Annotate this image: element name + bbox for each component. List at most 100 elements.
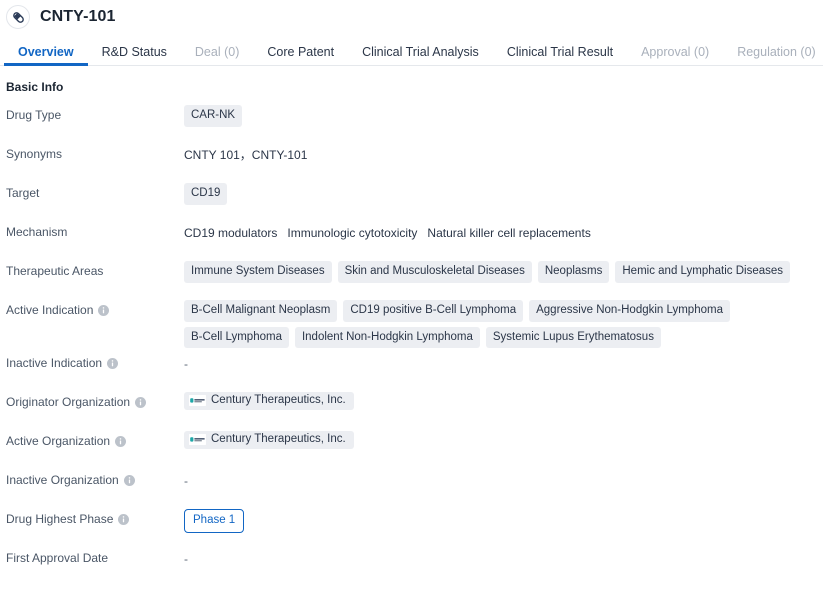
tab-clinical-trial-result[interactable]: Clinical Trial Result: [493, 45, 627, 67]
field-label-inactive-organization: Inactive Organization: [6, 465, 184, 487]
info-icon[interactable]: [98, 305, 110, 317]
empty-value: -: [184, 357, 188, 371]
field-value-mechanism: CD19 modulators Immunologic cytotoxicity N…: [184, 217, 815, 240]
info-icon[interactable]: [118, 514, 130, 526]
label-text: Active Organization: [6, 434, 111, 448]
chip-list: Century Therapeutics, Inc.: [184, 392, 815, 410]
chip-label: CD19: [191, 187, 221, 199]
label-text: Drug Highest Phase: [6, 512, 114, 526]
field-value-synonyms: CNTY 101，CNTY-101: [184, 139, 815, 164]
field-label-first-approval-date: First Approval Date: [6, 543, 184, 565]
field-label-mechanism: Mechanism: [6, 217, 184, 239]
value-chip[interactable]: Neoplasms: [537, 261, 610, 283]
field-row-originator-organization: Originator Organization Century Therapeut…: [0, 387, 823, 426]
info-icon[interactable]: [107, 358, 119, 370]
field-label-drug-highest-phase: Drug Highest Phase: [6, 504, 184, 526]
tab-clinical-trial-analysis[interactable]: Clinical Trial Analysis: [348, 45, 493, 67]
chip-label: Skin and Musculoskeletal Diseases: [344, 265, 525, 277]
field-row-drug-type: Drug Type CAR-NK: [0, 100, 823, 139]
tab-regulation-0: Regulation (0): [737, 44, 816, 59]
field-row-active-indication: Active Indication B-Cell Malignant Neopla…: [0, 295, 823, 348]
field-label-synonyms: Synonyms: [6, 139, 184, 161]
field-row-drug-highest-phase: Drug Highest Phase Phase 1: [0, 504, 823, 543]
chip-list: CD19: [184, 183, 815, 205]
value-chip[interactable]: CD19 positive B-Cell Lymphoma: [343, 300, 524, 322]
inline-value[interactable]: CD19 modulators: [184, 226, 277, 240]
field-row-mechanism: Mechanism CD19 modulators Immunologic cyto…: [0, 217, 823, 256]
chip-label: CAR-NK: [191, 109, 236, 121]
tab-overview[interactable]: Overview: [4, 45, 88, 67]
inline-value[interactable]: Immunologic cytotoxicity: [287, 226, 417, 240]
value-text: CNTY 101，CNTY-101: [184, 148, 308, 162]
tab-approval-0: Approval (0): [641, 44, 710, 59]
value-chip[interactable]: Systemic Lupus Erythematosus: [485, 326, 661, 348]
field-value-active-indication: B-Cell Malignant Neoplasm CD19 positive B…: [184, 295, 815, 348]
label-text: First Approval Date: [6, 551, 109, 565]
field-label-target: Target: [6, 178, 184, 200]
organization-chip[interactable]: Century Therapeutics, Inc.: [184, 392, 354, 410]
empty-value: -: [184, 552, 188, 566]
chip-list: CAR-NK: [184, 105, 815, 127]
field-value-active-organization: Century Therapeutics, Inc.: [184, 426, 815, 449]
value-chip[interactable]: Hemic and Lymphatic Diseases: [615, 261, 791, 283]
basic-info-fields: Drug Type CAR-NK Synonyms CNTY 101，CNTY-101…: [0, 100, 823, 582]
info-icon[interactable]: [135, 397, 147, 409]
value-chip[interactable]: CD19: [184, 183, 228, 205]
field-value-therapeutic-areas: Immune System Diseases Skin and Musculosk…: [184, 256, 815, 283]
field-row-first-approval-date: First Approval Date -: [0, 543, 823, 582]
section-title-basic-info: Basic Info: [6, 80, 64, 94]
field-row-synonyms: Synonyms CNTY 101，CNTY-101: [0, 139, 823, 178]
tab-core-patent[interactable]: Core Patent: [253, 45, 348, 67]
chip-list: Century Therapeutics, Inc.: [184, 431, 815, 449]
label-text: Target: [6, 186, 40, 200]
field-label-originator-organization: Originator Organization: [6, 387, 184, 409]
info-icon[interactable]: [123, 475, 135, 487]
value-chip[interactable]: CAR-NK: [184, 105, 243, 127]
chip-list: Immune System Diseases Skin and Musculosk…: [184, 261, 815, 283]
chip-label: Immune System Diseases: [191, 265, 325, 277]
field-label-drug-type: Drug Type: [6, 100, 184, 122]
value-chip[interactable]: B-Cell Malignant Neoplasm: [184, 300, 338, 322]
field-label-inactive-indication: Inactive Indication: [6, 348, 184, 370]
field-label-therapeutic-areas: Therapeutic Areas: [6, 256, 184, 278]
value-chip[interactable]: Indolent Non-Hodgkin Lymphoma: [294, 326, 480, 348]
chip-list: B-Cell Malignant Neoplasm CD19 positive B…: [184, 300, 815, 348]
value-chip[interactable]: B-Cell Lymphoma: [184, 326, 289, 348]
field-value-inactive-organization: -: [184, 465, 815, 487]
field-label-active-organization: Active Organization: [6, 426, 184, 448]
page-header: CNTY-101: [0, 0, 823, 34]
field-value-drug-highest-phase: Phase 1: [184, 504, 815, 533]
value-chip[interactable]: Aggressive Non-Hodgkin Lymphoma: [529, 300, 730, 322]
value-chip[interactable]: Immune System Diseases: [184, 261, 332, 283]
page-body: Basic Info Drug Type CAR-NK Synonyms CNTY 1…: [0, 66, 823, 582]
value-chip[interactable]: Skin and Musculoskeletal Diseases: [337, 261, 532, 283]
chip-label: Hemic and Lymphatic Diseases: [622, 265, 784, 277]
info-icon[interactable]: [115, 436, 127, 448]
inline-value-list: CD19 modulators Immunologic cytotoxicity N…: [184, 222, 815, 240]
field-value-first-approval-date: -: [184, 543, 815, 565]
inline-value[interactable]: Natural killer cell replacements: [427, 226, 590, 240]
capsule-icon: [6, 5, 30, 29]
field-row-active-organization: Active Organization Century Therapeutics,…: [0, 426, 823, 465]
tab-deal-0: Deal (0): [194, 44, 240, 59]
field-value-originator-organization: Century Therapeutics, Inc.: [184, 387, 815, 410]
organization-chip[interactable]: Century Therapeutics, Inc.: [184, 431, 354, 449]
chip-label: Century Therapeutics, Inc.: [211, 433, 346, 445]
tab-bar: Overview R&D Status Deal (0) Core Patent Cli…: [0, 34, 823, 66]
label-text: Therapeutic Areas: [6, 264, 104, 278]
field-value-drug-type: CAR-NK: [184, 100, 815, 127]
chip-label: Systemic Lupus Erythematosus: [492, 330, 654, 343]
field-label-active-indication: Active Indication: [6, 295, 184, 317]
drug-overview-page: CNTY-101 Overview R&D Status Deal (0) Core …: [0, 0, 823, 589]
label-text: Inactive Indication: [6, 356, 103, 370]
tab-r-d-status[interactable]: R&D Status: [88, 45, 181, 67]
chip-label: B-Cell Malignant Neoplasm: [191, 304, 331, 316]
chip-label: Neoplasms: [544, 265, 603, 277]
organization-logo-icon: [189, 395, 206, 407]
organization-logo-icon: [189, 434, 206, 446]
label-text: Mechanism: [6, 225, 68, 239]
field-row-target: Target CD19: [0, 178, 823, 217]
phase-badge[interactable]: Phase 1: [184, 509, 245, 533]
chip-label: Indolent Non-Hodgkin Lymphoma: [301, 330, 473, 343]
label-text: Inactive Organization: [6, 473, 119, 487]
